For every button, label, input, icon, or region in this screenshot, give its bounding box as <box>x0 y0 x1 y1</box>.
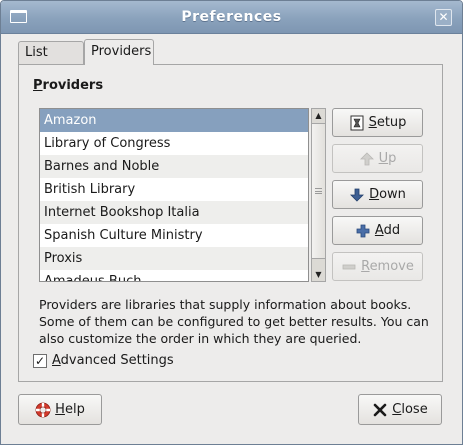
up-label-rest: p <box>388 151 397 166</box>
providers-list[interactable]: Amazon Library of Congress Barnes and No… <box>39 108 309 282</box>
help-mnemonic: H <box>55 402 65 417</box>
setup-button[interactable]: Setup <box>332 108 423 137</box>
close-label-rest: lose <box>401 402 428 417</box>
help-lifebuoy-icon <box>35 402 51 418</box>
arrow-down-icon <box>349 187 365 203</box>
checkbox-checked-icon[interactable]: ✓ <box>33 353 47 368</box>
setup-mnemonic: S <box>368 115 377 130</box>
description-text: Providers are libraries that supply info… <box>39 297 429 346</box>
list-item[interactable]: Internet Bookshop Italia <box>40 201 308 224</box>
down-label-rest: own <box>379 187 406 202</box>
down-button[interactable]: Down <box>332 180 423 209</box>
list-item[interactable]: Amazon <box>40 109 308 132</box>
remove-label-rest: emove <box>369 259 414 274</box>
list-scrollbar[interactable]: ▲ ▼ <box>311 108 326 282</box>
list-item[interactable]: Proxis <box>40 247 308 270</box>
close-x-icon <box>372 402 388 418</box>
plus-icon <box>355 223 371 239</box>
minus-icon <box>341 259 357 275</box>
section-title-rest: roviders <box>42 78 104 93</box>
setup-label-rest: etup <box>376 115 407 130</box>
window-title: Preferences <box>181 9 282 25</box>
list-item[interactable]: British Library <box>40 178 308 201</box>
section-title-mnemonic: P <box>33 78 43 93</box>
remove-button[interactable]: Remove <box>332 252 423 281</box>
list-item[interactable]: Library of Congress <box>40 132 308 155</box>
tab-providers[interactable]: Providers <box>84 39 154 65</box>
add-label-rest: dd <box>383 223 401 238</box>
tab-list-view[interactable]: List View <box>18 41 84 81</box>
help-button[interactable]: Help <box>18 394 102 425</box>
up-mnemonic: U <box>378 151 389 166</box>
scrollbar-thumb[interactable] <box>312 123 325 259</box>
close-mnemonic: C <box>392 402 402 417</box>
up-button[interactable]: Up <box>332 144 423 173</box>
help-label-rest: elp <box>64 402 85 417</box>
preferences-window: Preferences ✕ List View Providers Provid… <box>0 0 463 445</box>
advanced-mnemonic: A <box>52 353 61 368</box>
scroll-down-arrow-icon[interactable]: ▼ <box>312 268 325 281</box>
scroll-up-arrow-icon[interactable]: ▲ <box>312 109 325 122</box>
advanced-label-rest: dvanced Settings <box>60 353 174 368</box>
title-bar[interactable]: Preferences ✕ <box>1 1 462 34</box>
providers-panel: Providers Amazon Library of Congress Bar… <box>18 64 443 382</box>
close-window-icon[interactable]: ✕ <box>435 9 452 26</box>
down-mnemonic: D <box>369 187 380 202</box>
list-item[interactable]: Spanish Culture Ministry <box>40 224 308 247</box>
advanced-settings-checkbox[interactable]: ✓ Advanced Settings <box>33 353 174 368</box>
tab-providers-label: Providers <box>91 44 152 59</box>
advanced-settings-label: Advanced Settings <box>52 353 174 368</box>
list-item[interactable]: Amadeus Buch <box>40 270 308 281</box>
section-title: Providers <box>33 78 103 93</box>
close-button[interactable]: Close <box>358 394 442 425</box>
setup-icon <box>349 115 365 131</box>
scrollbar-grip-icon <box>315 188 322 194</box>
add-mnemonic: A <box>374 223 384 238</box>
remove-mnemonic: R <box>361 259 370 274</box>
arrow-up-icon <box>359 151 375 167</box>
list-item[interactable]: Barnes and Noble <box>40 155 308 178</box>
add-button[interactable]: Add <box>332 216 423 245</box>
